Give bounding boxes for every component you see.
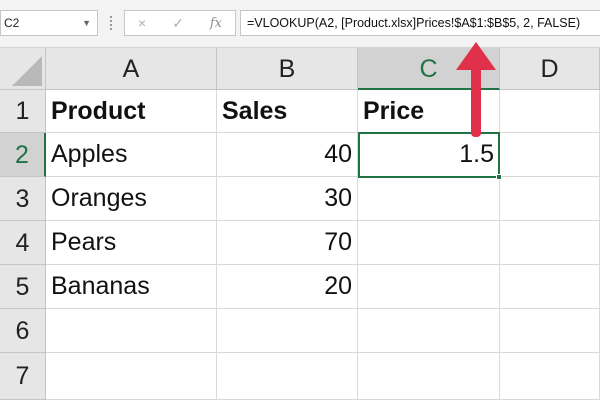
name-box-dropdown-icon[interactable]: ▼ (82, 11, 91, 35)
cell-b4[interactable]: 70 (217, 221, 358, 265)
cell-a3[interactable]: Oranges (46, 177, 217, 221)
cell-c5[interactable] (358, 265, 500, 309)
arrow-head (456, 42, 496, 70)
formula-bar: C2 ▼ × ✓ fx =VLOOKUP(A2, [Product.xlsx]P… (0, 0, 600, 48)
cell-c3[interactable] (358, 177, 500, 221)
cell-d2[interactable] (500, 133, 600, 177)
cell-d4[interactable] (500, 221, 600, 265)
name-box[interactable]: C2 ▼ (0, 10, 98, 36)
column-header-a[interactable]: A (46, 48, 217, 90)
cell-b3[interactable]: 30 (217, 177, 358, 221)
cell-b6[interactable] (217, 309, 358, 353)
row-header-4[interactable]: 4 (0, 221, 46, 265)
cell-d7[interactable] (500, 353, 600, 400)
cell-d3[interactable] (500, 177, 600, 221)
row-header-5[interactable]: 5 (0, 265, 46, 309)
name-box-value: C2 (4, 16, 20, 30)
cell-a5[interactable]: Bananas (46, 265, 217, 309)
arrow-up-icon (456, 42, 496, 137)
cell-b5[interactable]: 20 (217, 265, 358, 309)
column-header-d[interactable]: D (500, 48, 600, 90)
cell-d1[interactable] (500, 90, 600, 133)
formula-input[interactable]: =VLOOKUP(A2, [Product.xlsx]Prices!$A$1:$… (240, 10, 600, 36)
cell-d6[interactable] (500, 309, 600, 353)
cell-c7[interactable] (358, 353, 500, 400)
cell-b1[interactable]: Sales (217, 90, 358, 133)
formula-bar-divider[interactable] (110, 16, 112, 30)
arrow-shaft (471, 64, 481, 137)
insert-function-icon[interactable]: fx (210, 16, 222, 31)
cell-a4[interactable]: Pears (46, 221, 217, 265)
formula-bar-controls: × ✓ fx (124, 10, 236, 36)
select-all-button[interactable] (0, 48, 46, 90)
column-header-b[interactable]: B (217, 48, 358, 90)
row-header-1[interactable]: 1 (0, 90, 46, 133)
cell-a1[interactable]: Product (46, 90, 217, 133)
fill-handle[interactable] (496, 174, 502, 180)
cell-a2[interactable]: Apples (46, 133, 217, 177)
select-all-icon (12, 56, 42, 86)
cell-c4[interactable] (358, 221, 500, 265)
row-header-6[interactable]: 6 (0, 309, 46, 353)
cell-a6[interactable] (46, 309, 217, 353)
cell-c6[interactable] (358, 309, 500, 353)
cell-b2[interactable]: 40 (217, 133, 358, 177)
cell-d5[interactable] (500, 265, 600, 309)
row-header-2[interactable]: 2 (0, 133, 46, 177)
cell-b7[interactable] (217, 353, 358, 400)
row-header-3[interactable]: 3 (0, 177, 46, 221)
enter-icon[interactable]: ✓ (172, 15, 184, 32)
cell-a7[interactable] (46, 353, 217, 400)
row-header-7[interactable]: 7 (0, 353, 46, 400)
spreadsheet-grid: A B C D 1 2 3 4 5 6 7 Product Sales Pric… (0, 48, 600, 400)
cancel-icon[interactable]: × (138, 15, 146, 31)
